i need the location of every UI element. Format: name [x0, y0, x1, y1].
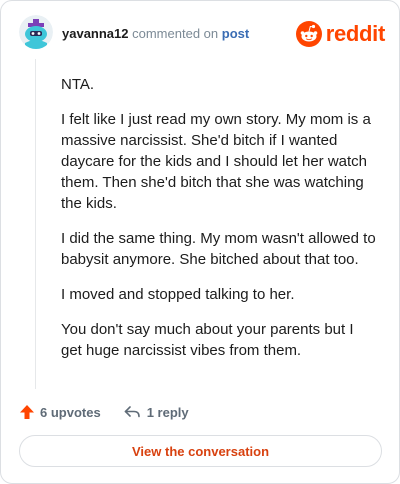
- post-link[interactable]: post: [222, 26, 249, 41]
- comment-paragraph: You don't say much about your parents bu…: [61, 321, 354, 359]
- comment-meta: yavanna12 commented on post: [62, 26, 249, 41]
- reply-button[interactable]: 1 reply: [123, 404, 189, 420]
- avatar-icon: [19, 15, 53, 49]
- reply-arrow-icon: [124, 406, 140, 418]
- reddit-logo[interactable]: reddit: [295, 20, 386, 48]
- comment-header: yavanna12 commented on post reddit: [19, 15, 385, 55]
- comment-card: yavanna12 commented on post reddit NTA. …: [0, 0, 400, 484]
- comment-paragraph: NTA.: [61, 76, 95, 93]
- upvote-arrow-icon: [20, 405, 34, 419]
- comment-actions: 6 upvotes 1 reply: [19, 402, 189, 422]
- comment-paragraph: I did the same thing. My mom wasn't allo…: [61, 230, 376, 268]
- comment-paragraph: I moved and stopped talking to her.: [61, 286, 295, 303]
- reply-count: 1 reply: [146, 404, 189, 420]
- view-conversation-button[interactable]: View the conversation: [19, 435, 382, 467]
- upvote-count: 6 upvotes: [40, 404, 101, 420]
- user-avatar[interactable]: [19, 15, 53, 49]
- username[interactable]: yavanna12: [62, 26, 129, 41]
- commented-on-text: commented on: [132, 26, 219, 41]
- upvote-button[interactable]: 6 upvotes: [19, 404, 101, 420]
- reddit-snoo-icon: [295, 21, 322, 47]
- comment-body: NTA. I felt like I just read my own stor…: [61, 74, 377, 375]
- thread-line: [35, 59, 36, 389]
- comment-paragraph: I felt like I just read my own story. My…: [61, 111, 371, 212]
- reddit-wordmark: reddit: [325, 21, 386, 46]
